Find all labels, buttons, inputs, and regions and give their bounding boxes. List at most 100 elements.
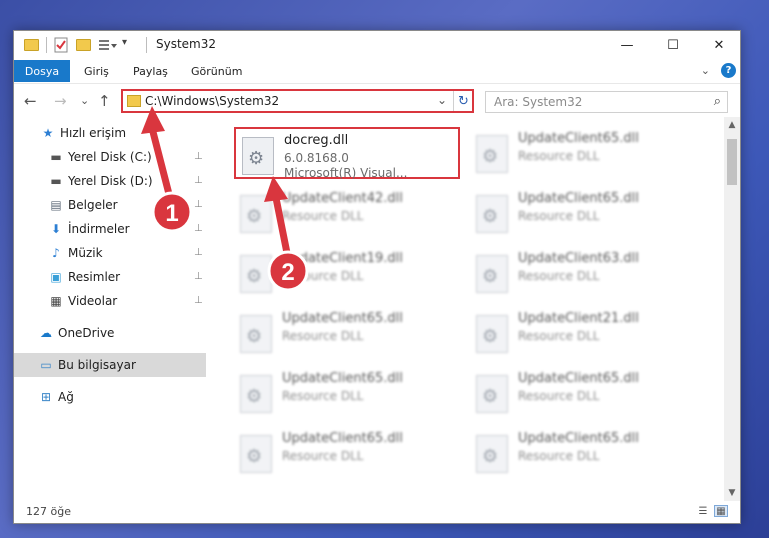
back-button[interactable]: ← xyxy=(24,92,37,110)
sidebar-item[interactable]: ⊞ Ağ xyxy=(14,385,206,409)
address-path[interactable]: C:\Windows\System32 xyxy=(145,94,279,108)
sidebar-item[interactable]: ▤ Belgeler ⊥ xyxy=(14,193,206,217)
tab-gorunum[interactable]: Görünüm xyxy=(191,65,242,78)
maximize-button[interactable]: ☐ xyxy=(650,31,696,59)
pin-icon[interactable]: ⊥ xyxy=(194,247,203,258)
pin-icon[interactable]: ⊥ xyxy=(194,151,203,162)
tab-dosya[interactable]: Dosya xyxy=(14,60,70,82)
details-view-icon[interactable]: ☰ xyxy=(696,505,710,517)
address-folder-icon xyxy=(127,95,141,107)
file-name: UpdateClient65.dll xyxy=(518,371,639,386)
file-tile[interactable]: ⚙ UpdateClient65.dll Resource DLL xyxy=(234,427,464,479)
dll-file-icon: ⚙ xyxy=(240,315,272,353)
dll-file-icon: ⚙ xyxy=(476,255,508,293)
file-list: ⚙ docreg.dll 6.0.8168.0 Microsoft(R) Visual… xyxy=(214,117,724,501)
forward-button[interactable]: → xyxy=(54,92,67,110)
sidebar-item[interactable]: ♪ Müzik ⊥ xyxy=(14,241,206,265)
file-detail-1: Resource DLL xyxy=(518,329,600,343)
sidebar-item[interactable]: ▬ Yerel Disk (D:) ⊥ xyxy=(14,169,206,193)
file-tile[interactable]: ⚙ UpdateClient65.dll Resource DLL xyxy=(470,427,700,479)
gear-icon: ⚙ xyxy=(246,446,263,467)
new-folder-icon[interactable] xyxy=(76,37,92,53)
address-bar[interactable]: C:\Windows\System32 ⌄ ↻ xyxy=(121,89,474,113)
sidebar-item[interactable]: ▬ Yerel Disk (C:) ⊥ xyxy=(14,145,206,169)
tab-giris[interactable]: Giriş xyxy=(84,65,109,78)
properties-icon[interactable] xyxy=(54,37,70,53)
sidebar-item-label: Yerel Disk (D:) xyxy=(68,174,153,188)
file-name: UpdateClient65.dll xyxy=(282,431,403,446)
gear-icon: ⚙ xyxy=(482,206,499,227)
sidebar-item[interactable]: ▭ Bu bilgisayar xyxy=(14,353,206,377)
file-detail-1: 6.0.8168.0 xyxy=(284,151,349,165)
pin-icon[interactable]: ⊥ xyxy=(194,175,203,186)
search-input[interactable]: Ara: System32 ⌕ xyxy=(485,91,728,113)
sidebar-item[interactable]: ☁ OneDrive xyxy=(14,321,206,345)
sidebar-item-label: Yerel Disk (C:) xyxy=(68,150,152,164)
close-button[interactable]: ✕ xyxy=(696,31,742,59)
scroll-up-icon[interactable]: ▲ xyxy=(724,117,740,133)
pin-icon[interactable]: ⊥ xyxy=(194,223,203,234)
file-tile[interactable]: ⚙ docreg.dll 6.0.8168.0 Microsoft(R) Visual… xyxy=(234,127,460,180)
tab-paylas[interactable]: Paylaş xyxy=(133,65,168,78)
file-tile[interactable]: ⚙ UpdateClient65.dll Resource DLL xyxy=(234,367,464,419)
pin-icon[interactable]: ⊥ xyxy=(194,295,203,306)
gear-icon: ⚙ xyxy=(482,386,499,407)
sidebar-item[interactable]: ★ Hızlı erişim xyxy=(14,121,206,145)
title-separator xyxy=(46,37,47,53)
item-count: 127 öğe xyxy=(26,505,71,518)
refresh-button[interactable]: ↻ xyxy=(453,91,473,111)
expand-ribbon-icon[interactable]: ⌄ xyxy=(701,64,710,77)
drive-d-icon: ▬ xyxy=(50,174,62,188)
file-name: docreg.dll xyxy=(284,133,349,148)
sidebar-item-label: Ağ xyxy=(58,390,74,404)
file-tile[interactable]: ⚙ UpdateClient21.dll Resource DLL xyxy=(470,307,700,359)
gear-icon: ⚙ xyxy=(482,446,499,467)
tiles-view-icon[interactable]: ▦ xyxy=(714,505,728,517)
file-tile[interactable]: ⚙ UpdateClient65.dll Resource DLL xyxy=(470,187,700,239)
minimize-button[interactable]: — xyxy=(604,31,650,59)
network-icon: ⊞ xyxy=(40,390,52,404)
sidebar-item-label: Bu bilgisayar xyxy=(58,358,136,372)
pin-icon[interactable]: ⊥ xyxy=(194,271,203,282)
sidebar-item[interactable]: ▦ Videolar ⊥ xyxy=(14,289,206,313)
sidebar-item[interactable]: ⬇ İndirmeler ⊥ xyxy=(14,217,206,241)
title-separator xyxy=(146,37,147,53)
window-title: System32 xyxy=(156,37,217,51)
file-name: UpdateClient65.dll xyxy=(518,131,639,146)
file-detail-1: Resource DLL xyxy=(518,209,600,223)
help-icon[interactable]: ? xyxy=(721,63,736,78)
documents-icon: ▤ xyxy=(50,198,62,212)
vertical-scrollbar[interactable]: ▲ ▼ xyxy=(724,117,740,501)
file-tile[interactable]: ⚙ UpdateClient65.dll Resource DLL xyxy=(470,367,700,419)
up-button[interactable]: ↑ xyxy=(98,92,111,110)
dll-file-icon: ⚙ xyxy=(476,195,508,233)
scroll-down-icon[interactable]: ▼ xyxy=(724,485,740,501)
file-detail-1: Resource DLL xyxy=(282,209,364,223)
file-name: UpdateClient42.dll xyxy=(282,191,403,206)
quick-access-dropdown-icon[interactable]: ▾ xyxy=(122,37,134,53)
customize-toolbar-icon[interactable] xyxy=(98,37,118,53)
file-tile[interactable]: ⚙ UpdateClient42.dll Resource DLL xyxy=(234,187,464,239)
file-tile[interactable]: ⚙ UpdateClient65.dll Resource DLL xyxy=(234,307,464,359)
file-detail-1: Resource DLL xyxy=(282,449,364,463)
downloads-icon: ⬇ xyxy=(50,222,62,236)
file-tile[interactable]: ⚙ UpdateClient63.dll Resource DLL xyxy=(470,247,700,299)
scroll-thumb[interactable] xyxy=(727,139,737,185)
file-detail-1: Resource DLL xyxy=(518,149,600,163)
recent-locations-button[interactable]: ⌄ xyxy=(80,94,89,107)
gear-icon: ⚙ xyxy=(246,266,263,287)
file-tile[interactable]: ⚙ UpdateClient19.dll Resource DLL xyxy=(234,247,464,299)
gear-icon: ⚙ xyxy=(482,326,499,347)
sidebar-item[interactable]: ▣ Resimler ⊥ xyxy=(14,265,206,289)
file-tile[interactable]: ⚙ UpdateClient65.dll Resource DLL xyxy=(470,127,700,179)
computer-icon: ▭ xyxy=(40,358,52,372)
file-detail-1: Resource DLL xyxy=(282,389,364,403)
sidebar-item-label: Hızlı erişim xyxy=(60,126,127,140)
file-name: UpdateClient65.dll xyxy=(518,191,639,206)
videos-icon: ▦ xyxy=(50,294,62,308)
sidebar-item-label: Videolar xyxy=(68,294,118,308)
pin-icon[interactable]: ⊥ xyxy=(194,199,203,210)
title-bar: ▾ System32 — ☐ ✕ xyxy=(14,31,740,59)
dll-file-icon: ⚙ xyxy=(242,137,274,175)
address-dropdown-icon[interactable]: ⌄ xyxy=(437,93,447,107)
